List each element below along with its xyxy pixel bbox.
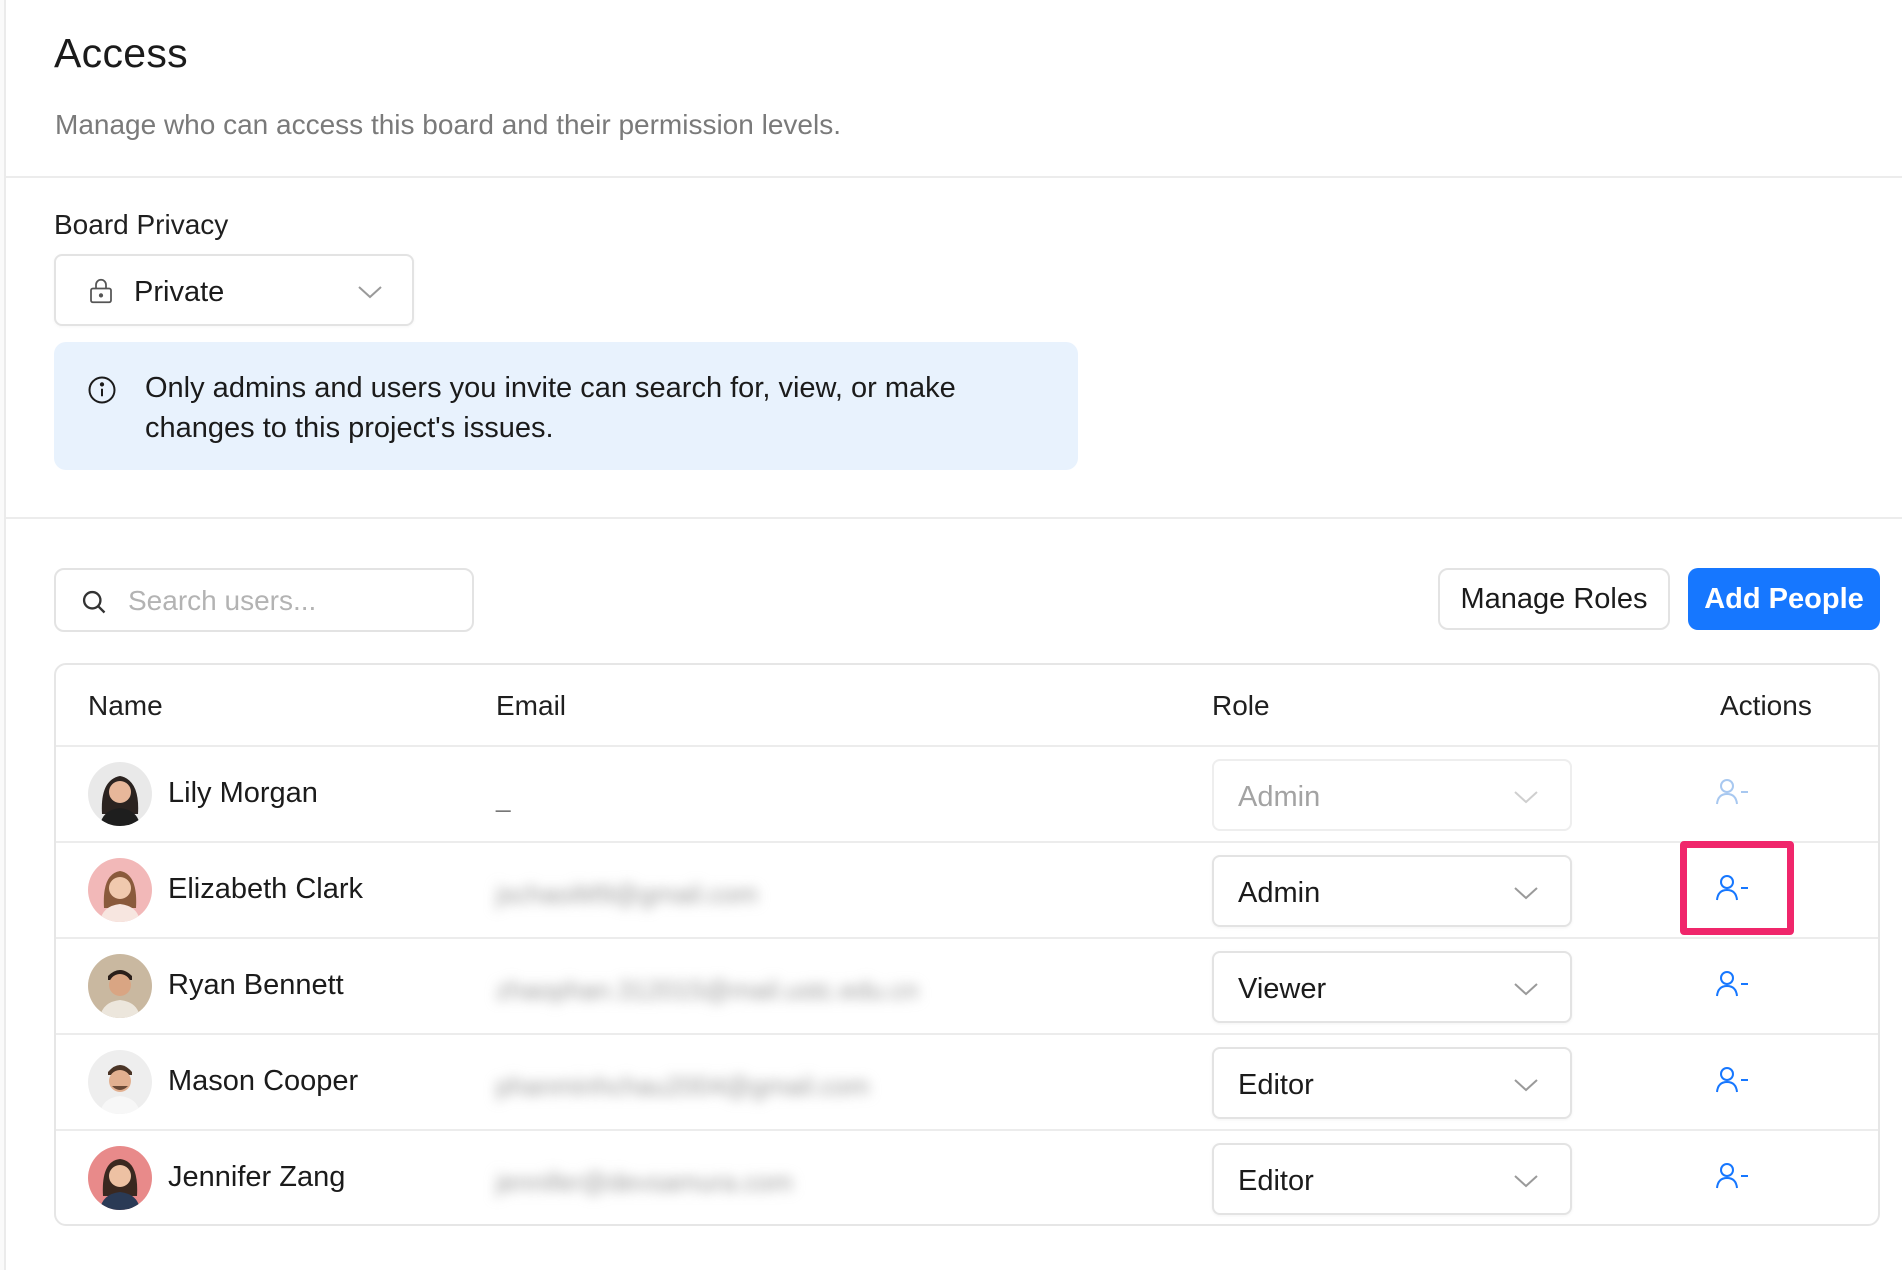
- board-privacy-label: Board Privacy: [54, 209, 229, 240]
- user-email: phanminhchau2004@gmail.com: [496, 1071, 870, 1101]
- user-name: Jennifer Zang: [168, 1161, 346, 1193]
- chevron-down-icon: [1514, 791, 1538, 804]
- table-row: Jennifer Zang jennifer@devsamura.com Edi…: [56, 1131, 1878, 1224]
- remove-user-icon[interactable]: [1714, 1161, 1750, 1191]
- user-email: zhaophan.312015@mail.ustc.edu.cn: [496, 975, 919, 1005]
- chevron-down-icon: [1514, 983, 1538, 996]
- table-row: Ryan Bennett zhaophan.312015@mail.ustc.e…: [56, 939, 1878, 1035]
- role-value: Viewer: [1238, 973, 1327, 1005]
- remove-user-icon: [1716, 779, 1748, 805]
- page-subtitle: Manage who can access this board and the…: [55, 109, 841, 140]
- remove-user-icon[interactable]: [1714, 1065, 1750, 1095]
- info-icon: [88, 376, 116, 404]
- role-value: Editor: [1238, 1069, 1314, 1101]
- board-privacy-value: Private: [134, 276, 225, 308]
- remove-user-icon[interactable]: [1714, 873, 1750, 903]
- search-input[interactable]: [128, 580, 458, 622]
- table-header: Name Email Role Actions: [56, 665, 1878, 747]
- role-dropdown: Admin: [1212, 759, 1572, 831]
- user-name: Elizabeth Clark: [168, 873, 364, 905]
- chevron-down-icon: [358, 286, 382, 299]
- user-name: Lily Morgan: [168, 777, 318, 809]
- privacy-info-banner: Only admins and users you invite can sea…: [54, 342, 1078, 470]
- column-header-actions: Actions: [1720, 690, 1812, 721]
- role-dropdown[interactable]: Viewer: [1212, 951, 1572, 1023]
- user-name: Mason Cooper: [168, 1065, 359, 1097]
- manage-roles-button[interactable]: Manage Roles: [1438, 568, 1670, 630]
- page-title: Access: [54, 30, 188, 76]
- search-icon: [82, 590, 106, 614]
- role-dropdown[interactable]: Admin: [1212, 855, 1572, 927]
- chevron-down-icon: [1514, 1079, 1538, 1092]
- chevron-down-icon: [1514, 1175, 1538, 1188]
- chevron-down-icon: [1514, 887, 1538, 900]
- user-email: jschaoiM9@gmail.com: [496, 879, 758, 909]
- lock-icon: [90, 278, 112, 304]
- table-row: Elizabeth Clark jschaoiM9@gmail.com Admi…: [56, 841, 1878, 939]
- users-toolbar: Manage Roles Add People: [54, 568, 1880, 632]
- role-value: Admin: [1238, 781, 1321, 813]
- column-header-role: Role: [1212, 690, 1270, 721]
- search-box[interactable]: [54, 568, 474, 632]
- user-email: jennifer@devsamura.com: [496, 1167, 793, 1197]
- avatar: [88, 1050, 152, 1114]
- column-header-email: Email: [496, 690, 567, 721]
- privacy-info-text: Only admins and users you invite can sea…: [145, 372, 956, 444]
- role-value: Admin: [1238, 877, 1321, 909]
- avatar: [88, 858, 152, 922]
- board-privacy-dropdown[interactable]: Private: [54, 254, 414, 326]
- avatar: [88, 1146, 152, 1210]
- users-table: Name Email Role Actions Lily Morgan _ Ad…: [54, 663, 1880, 1226]
- avatar: [88, 954, 152, 1018]
- column-header-name: Name: [88, 690, 163, 721]
- board-privacy-section: Board Privacy Private Only admins and us…: [6, 178, 1902, 519]
- add-people-button[interactable]: Add People: [1688, 568, 1880, 630]
- remove-user-icon[interactable]: [1714, 969, 1750, 999]
- user-email: _: [496, 783, 511, 813]
- role-dropdown[interactable]: Editor: [1212, 1143, 1572, 1215]
- role-dropdown[interactable]: Editor: [1212, 1047, 1572, 1119]
- table-row: Mason Cooper phanminhchau2004@gmail.com …: [56, 1035, 1878, 1131]
- role-value: Editor: [1238, 1165, 1314, 1197]
- user-name: Ryan Bennett: [168, 969, 344, 1001]
- page-header: Access Manage who can access this board …: [6, 0, 1902, 178]
- table-row: Lily Morgan _ Admin: [56, 747, 1878, 843]
- avatar: [88, 762, 152, 826]
